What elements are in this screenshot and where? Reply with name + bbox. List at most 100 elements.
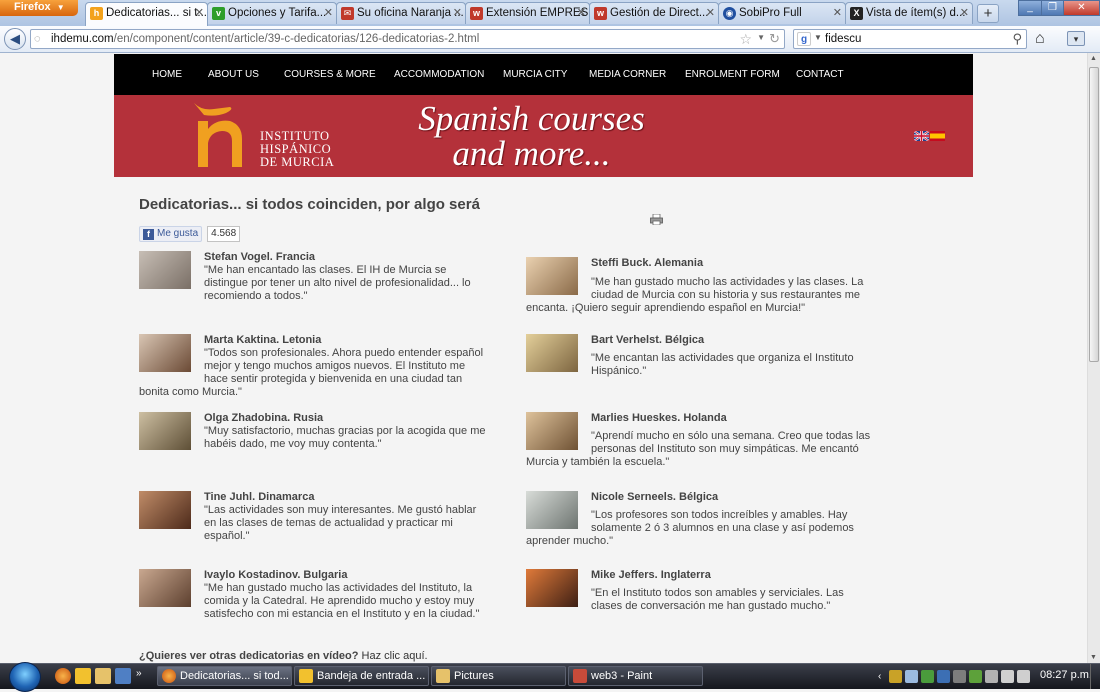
tab-dedicatorias[interactable]: h Dedicatorias... si t... ✕ xyxy=(85,2,208,26)
scroll-down-icon[interactable]: ▼ xyxy=(1090,654,1097,661)
tab-oficina-naranja[interactable]: ✉ Su oficina Naranja ... ✕ xyxy=(336,2,466,24)
tab-title: Su oficina Naranja ... xyxy=(357,7,464,19)
video-link[interactable]: Haz clic aquí. xyxy=(362,650,428,662)
nav-about-us[interactable]: ABOUT US xyxy=(208,69,259,80)
favicon-icon: w xyxy=(594,7,607,20)
close-icon[interactable]: ✕ xyxy=(960,3,969,24)
tray-app-icon[interactable] xyxy=(889,669,902,683)
volume-icon[interactable] xyxy=(1017,669,1030,683)
language-switcher xyxy=(914,131,945,141)
search-icon[interactable]: ⚲ xyxy=(1012,31,1022,47)
testimonial-name: Ivaylo Kostadinov. Bulgaria xyxy=(204,569,348,581)
tab-opciones[interactable]: v Opciones y Tarifa... ✕ xyxy=(207,2,337,24)
tray-app-icon[interactable] xyxy=(953,669,966,683)
tray-app-icon[interactable] xyxy=(969,669,982,683)
testimonial-photo xyxy=(139,491,191,529)
tray-app-icon[interactable] xyxy=(985,669,998,683)
search-bar[interactable]: g ▼ fidescu ⚲ xyxy=(793,29,1027,49)
scroll-up-icon[interactable]: ▲ xyxy=(1090,55,1097,62)
scrollbar-thumb[interactable] xyxy=(1089,67,1099,362)
taskbar-clock[interactable]: 08:27 p.m. xyxy=(1040,669,1092,681)
tray-app-icon[interactable] xyxy=(921,669,934,683)
outlook-icon[interactable] xyxy=(75,668,91,684)
tab-sobipro[interactable]: ◉ SobiPro Full ✕ xyxy=(718,2,846,24)
chevron-down-icon[interactable]: ▼ xyxy=(814,33,822,42)
close-icon[interactable]: ✕ xyxy=(453,3,462,24)
tab-strip: Firefox ▼ h Dedicatorias... si t... ✕ v O… xyxy=(0,0,1100,26)
close-window-button[interactable]: ✕ xyxy=(1063,0,1100,16)
google-icon[interactable]: g xyxy=(797,32,811,46)
nav-media-corner[interactable]: MEDIA CORNER xyxy=(589,69,666,80)
chevron-down-icon[interactable]: ▼ xyxy=(757,33,765,42)
testimonial-photo xyxy=(139,334,191,372)
home-icon[interactable]: ⌂ xyxy=(1035,30,1045,48)
tray-app-icon[interactable] xyxy=(937,669,950,683)
task-label: Bandeja de entrada ... xyxy=(317,670,426,682)
tray-app-icon[interactable] xyxy=(905,669,918,683)
tab-title: Extensión EMPRES... xyxy=(486,7,590,19)
close-icon[interactable]: ✕ xyxy=(324,3,333,24)
search-input[interactable]: fidescu xyxy=(825,33,861,45)
close-icon[interactable]: ✕ xyxy=(577,3,586,24)
taskbar-item-firefox[interactable]: Dedicatorias... si tod... xyxy=(157,666,292,686)
testimonial: Steffi Buck. Alemania "Me han gustado mu… xyxy=(526,257,876,315)
testimonial-photo xyxy=(526,334,578,372)
firefox-menu-button[interactable]: Firefox ▼ xyxy=(0,0,78,16)
network-icon[interactable] xyxy=(1001,669,1014,683)
favicon-icon: h xyxy=(90,7,103,20)
nav-accommodation[interactable]: ACCOMMODATION xyxy=(394,69,484,80)
testimonial: Mike Jeffers. Inglaterra "En el Institut… xyxy=(526,569,876,613)
folder-icon[interactable] xyxy=(95,668,111,684)
site-identity-icon[interactable]: ◌ xyxy=(34,33,47,46)
windows-taskbar: » Dedicatorias... si tod... Bandeja de e… xyxy=(0,662,1100,692)
testimonial-name: Nicole Serneels. Bélgica xyxy=(591,491,719,503)
testimonial: Tine Juhl. Dinamarca "Las actividades so… xyxy=(139,491,489,543)
tab-extension-empresas[interactable]: w Extensión EMPRES... ✕ xyxy=(465,2,590,24)
show-desktop-button[interactable] xyxy=(1090,664,1100,689)
url-bar[interactable]: ◌ ihdemu.com/en/component/content/articl… xyxy=(30,29,785,49)
print-icon[interactable] xyxy=(650,214,663,225)
testimonial-photo xyxy=(139,569,191,607)
desktop-icon[interactable] xyxy=(115,668,131,684)
vertical-scrollbar[interactable]: ▲ ▼ xyxy=(1087,53,1100,663)
firefox-icon[interactable] xyxy=(55,668,71,684)
favicon-icon: ◉ xyxy=(723,7,736,20)
uk-flag-icon[interactable] xyxy=(914,131,929,141)
testimonial-name: Mike Jeffers. Inglaterra xyxy=(591,569,711,581)
nav-murcia-city[interactable]: MURCIA CITY xyxy=(503,69,567,80)
reload-icon[interactable]: ↻ xyxy=(769,31,780,47)
spain-flag-icon[interactable] xyxy=(930,131,945,141)
nav-home[interactable]: HOME xyxy=(152,69,182,80)
testimonial: Nicole Serneels. Bélgica "Los profesores… xyxy=(526,491,876,548)
task-label: Dedicatorias... si tod... xyxy=(180,670,289,682)
minimize-button[interactable]: _ xyxy=(1018,0,1042,16)
firefox-menu-label: Firefox xyxy=(14,1,51,13)
facebook-like-button[interactable]: f Me gusta xyxy=(139,226,203,242)
maximize-button[interactable]: ❐ xyxy=(1041,0,1064,16)
nav-courses[interactable]: COURSES & MORE xyxy=(284,69,376,80)
logo-icon[interactable] xyxy=(190,99,250,169)
back-arrow-icon[interactable]: ◀ xyxy=(4,28,26,50)
page-title: Dedicatorias... si todos coinciden, por … xyxy=(139,196,480,213)
close-icon[interactable]: ✕ xyxy=(195,3,204,24)
nav-enrolment-form[interactable]: ENROLMENT FORM xyxy=(685,69,780,80)
new-tab-button[interactable]: + xyxy=(977,4,999,23)
like-label: Me gusta xyxy=(157,228,199,239)
tab-gestion-directorio[interactable]: w Gestión de Direct... ✕ xyxy=(589,2,719,24)
taskbar-item-paint[interactable]: web3 - Paint xyxy=(568,666,703,686)
tab-vista-items[interactable]: X Vista de ítem(s) d... ✕ xyxy=(845,2,973,24)
taskbar-item-mail[interactable]: Bandeja de entrada ... xyxy=(294,666,429,686)
url-domain: ihdemu.com xyxy=(51,33,114,45)
nav-contact[interactable]: CONTACT xyxy=(796,69,844,80)
bookmark-star-icon[interactable]: ☆ xyxy=(739,31,752,48)
testimonial-quote: "Me encantan las actividades que organiz… xyxy=(591,352,854,377)
chevron-right-icon[interactable]: » xyxy=(136,668,146,684)
taskbar-item-pictures[interactable]: Pictures xyxy=(431,666,566,686)
close-icon[interactable]: ✕ xyxy=(833,3,842,24)
chevron-left-icon[interactable]: ‹ xyxy=(878,670,886,683)
favicon-icon: X xyxy=(850,7,863,20)
facebook-icon: f xyxy=(143,228,154,240)
tools-menu-icon[interactable]: ▾ xyxy=(1067,31,1085,46)
tab-title: Vista de ítem(s) d... xyxy=(866,7,966,19)
close-icon[interactable]: ✕ xyxy=(706,3,715,24)
